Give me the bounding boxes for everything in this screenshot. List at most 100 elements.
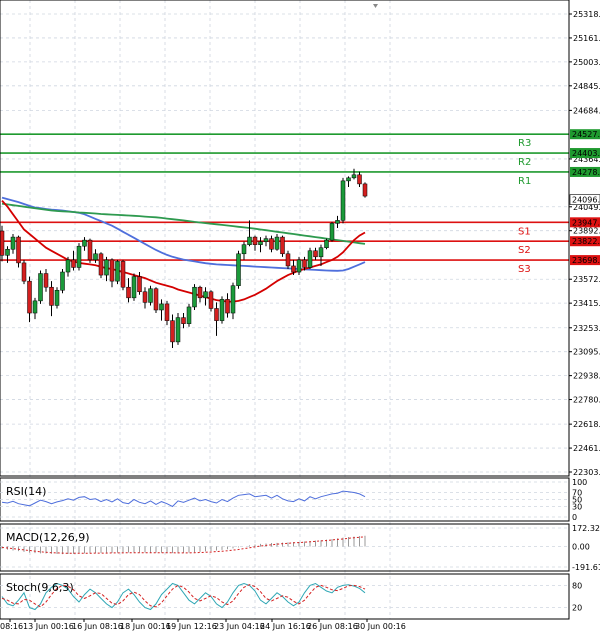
candle-body	[159, 303, 164, 311]
y-tick-label: 23095.5	[573, 348, 600, 357]
scroll-marker-icon	[373, 4, 378, 8]
candle-body	[313, 250, 318, 258]
candle-body	[32, 300, 38, 314]
panel-tick-label: 30	[572, 503, 582, 512]
candle-body	[0, 230, 5, 256]
level-name-r2: R2	[518, 157, 531, 168]
x-tick-label: 30 Jun 00:16	[355, 622, 406, 631]
x-tick-label: 16 Jun 08:16	[72, 622, 123, 631]
candle-body	[142, 291, 148, 303]
price-axis: 25318.625161.025003.524845.924684.024364…	[569, 10, 600, 477]
panel-frame	[0, 573, 570, 620]
candle-body	[208, 291, 214, 309]
x-tick-label: 26 Jun 08:16	[307, 622, 358, 631]
y-tick-label: 22938.0	[573, 372, 600, 381]
panel-tick-label: 100	[572, 478, 587, 487]
candle-body	[307, 250, 313, 268]
candle-body	[203, 291, 208, 299]
level-value-s2: 23822.8	[572, 237, 600, 246]
candle-body	[93, 253, 98, 261]
panel-tick-label: 0	[572, 513, 577, 522]
candle-body	[269, 238, 274, 250]
candle-body	[5, 248, 10, 256]
candle-body	[329, 223, 335, 241]
candle-body	[16, 236, 21, 264]
stoch-panel: 80 20 Stoch(9,6,3)	[0, 573, 582, 620]
y-tick-label: 25318.6	[573, 10, 600, 19]
y-tick-label: 23572.6	[573, 275, 600, 284]
rsi-panel: 1007050300RSI(14)	[0, 477, 587, 522]
x-tick-label: 13 Jun 00:16	[23, 622, 74, 631]
current-price-label: 24096.3	[572, 196, 600, 205]
panel-title: MACD(12,26,9)	[6, 531, 90, 544]
forex-chart: R3 R2 R1 S1 S2 S3 25318.6 25161.0 25003.5 24845.…	[0, 0, 600, 631]
level-value-r3: 24527.3	[572, 130, 600, 139]
time-axis: 08:16 13 Jun 00:1616 Jun 08:1618 Jun 00:1…	[0, 619, 406, 631]
candle-body	[71, 259, 76, 268]
x-tick-label: 19 Jun 12:16	[166, 622, 217, 631]
candle-body	[236, 253, 241, 286]
candle-body	[247, 236, 252, 245]
panel-series	[1, 490, 366, 508]
x-tick-label: 24 Jun 16:16	[260, 622, 311, 631]
y-tick-label: 23253.0	[573, 324, 600, 333]
candle-body	[60, 271, 65, 291]
y-tick-label: 22618.5	[573, 420, 600, 429]
candle-body	[10, 236, 16, 250]
level-name-s1: S1	[518, 226, 531, 237]
panel-tick-label: 0.00	[572, 542, 590, 551]
candle-body	[241, 244, 247, 255]
candle-body	[76, 245, 82, 268]
candle-body	[126, 286, 131, 299]
panel-title: Stoch(9,6,3)	[6, 581, 74, 594]
level-value-s3: 23698.5	[572, 256, 600, 265]
candle-body	[65, 259, 71, 273]
candle-body	[357, 174, 362, 185]
candle-body	[137, 276, 142, 293]
candle-body	[104, 259, 109, 276]
candle-body	[115, 261, 120, 282]
y-tick-label: 22461.0	[573, 444, 600, 453]
y-tick-label: 23892.0	[573, 227, 600, 236]
level-name-s2: S2	[518, 245, 531, 256]
candle-body	[346, 177, 351, 182]
panel-tick-label: 80	[572, 581, 582, 590]
grid-lines	[0, 0, 569, 619]
candle-body	[340, 180, 346, 221]
candle-body	[362, 183, 368, 197]
candle-body	[54, 289, 60, 306]
level-name-s3: S3	[518, 264, 531, 275]
candle-body	[186, 306, 192, 324]
candle-body	[225, 299, 230, 314]
candle-body	[324, 239, 329, 248]
candle-body	[252, 236, 258, 245]
y-tick-label: 25161.0	[573, 34, 600, 43]
y-tick-label: 22780.5	[573, 396, 600, 405]
candle-body	[214, 308, 219, 321]
candle-body	[170, 320, 175, 343]
y-tick-label: 24684.0	[573, 106, 600, 115]
candle-body	[192, 286, 197, 308]
candle-body	[153, 288, 159, 311]
candle-body	[219, 299, 225, 321]
candle-body	[109, 259, 115, 282]
candle-body	[131, 276, 137, 299]
candle-body	[280, 236, 285, 255]
candle-body	[296, 259, 302, 273]
y-tick-label: 24845.9	[573, 82, 600, 91]
y-tick-label: 25003.5	[573, 58, 600, 67]
candle-body	[87, 239, 93, 261]
price-plot: R3 R2 R1 S1 S2 S3	[0, 4, 569, 348]
candle-body	[351, 174, 357, 179]
y-tick-label: 23415.0	[573, 299, 600, 308]
level-name-r1: R1	[518, 176, 531, 187]
candle-body	[274, 236, 280, 250]
candle-body	[258, 241, 263, 245]
candle-body	[49, 286, 54, 306]
candle-body	[302, 259, 307, 268]
candle-body	[82, 239, 87, 247]
level-value-r2: 24403.2	[572, 149, 600, 158]
candle-body	[197, 286, 203, 299]
panel-tick-label: 172.32	[572, 524, 600, 533]
candle-body	[38, 273, 43, 302]
